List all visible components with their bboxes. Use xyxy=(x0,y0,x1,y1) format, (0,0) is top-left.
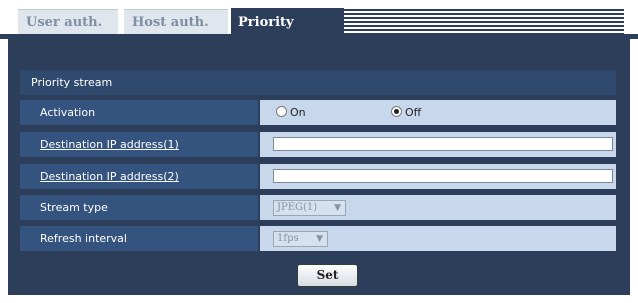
destination-ip-2-input[interactable] xyxy=(273,169,613,183)
row-activation: Activation On Off xyxy=(20,100,616,125)
tab-host-auth[interactable]: Host auth. xyxy=(124,9,228,37)
destination-ip-1-input[interactable] xyxy=(273,137,613,151)
row-destination-ip-1: Destination IP address(1) xyxy=(20,132,616,157)
section-header: Priority stream xyxy=(20,70,616,95)
destination-ip-2-value xyxy=(260,164,616,189)
row-stream-type: Stream type JPEG(1) ▼ xyxy=(20,195,616,220)
destination-ip-1-value xyxy=(260,132,616,157)
destination-ip-1-label[interactable]: Destination IP address(1) xyxy=(20,132,258,157)
activation-value: On Off xyxy=(260,100,616,125)
refresh-interval-value: 1fps ▼ xyxy=(260,226,616,251)
priority-stream-page: User auth. Host auth. Priority stream Pr… xyxy=(0,0,638,303)
activation-on-label[interactable]: On xyxy=(290,100,306,125)
stream-type-label: Stream type xyxy=(20,195,258,220)
activation-on-radio[interactable] xyxy=(276,106,287,117)
row-refresh-interval: Refresh interval 1fps ▼ xyxy=(20,226,616,251)
stream-type-value: JPEG(1) ▼ xyxy=(260,195,616,220)
refresh-interval-label: Refresh interval xyxy=(20,226,258,251)
refresh-interval-select[interactable]: 1fps ▼ xyxy=(273,231,328,247)
section-title: Priority stream xyxy=(31,76,113,89)
tab-user-auth[interactable]: User auth. xyxy=(18,9,118,37)
tab-bar: User auth. Host auth. Priority stream xyxy=(0,0,638,60)
chevron-down-icon: ▼ xyxy=(334,203,341,213)
tab-bar-stripes xyxy=(344,9,624,35)
stream-type-select[interactable]: JPEG(1) ▼ xyxy=(273,200,346,216)
stream-type-selected: JPEG(1) xyxy=(277,202,318,213)
activation-label: Activation xyxy=(20,100,258,125)
chevron-down-icon: ▼ xyxy=(316,234,323,244)
activation-off-radio[interactable] xyxy=(391,106,402,117)
refresh-interval-selected: 1fps xyxy=(277,233,299,244)
set-button[interactable]: Set xyxy=(297,264,358,287)
destination-ip-2-label[interactable]: Destination IP address(2) xyxy=(20,164,258,189)
activation-off-label[interactable]: Off xyxy=(405,100,421,125)
row-destination-ip-2: Destination IP address(2) xyxy=(20,164,616,189)
